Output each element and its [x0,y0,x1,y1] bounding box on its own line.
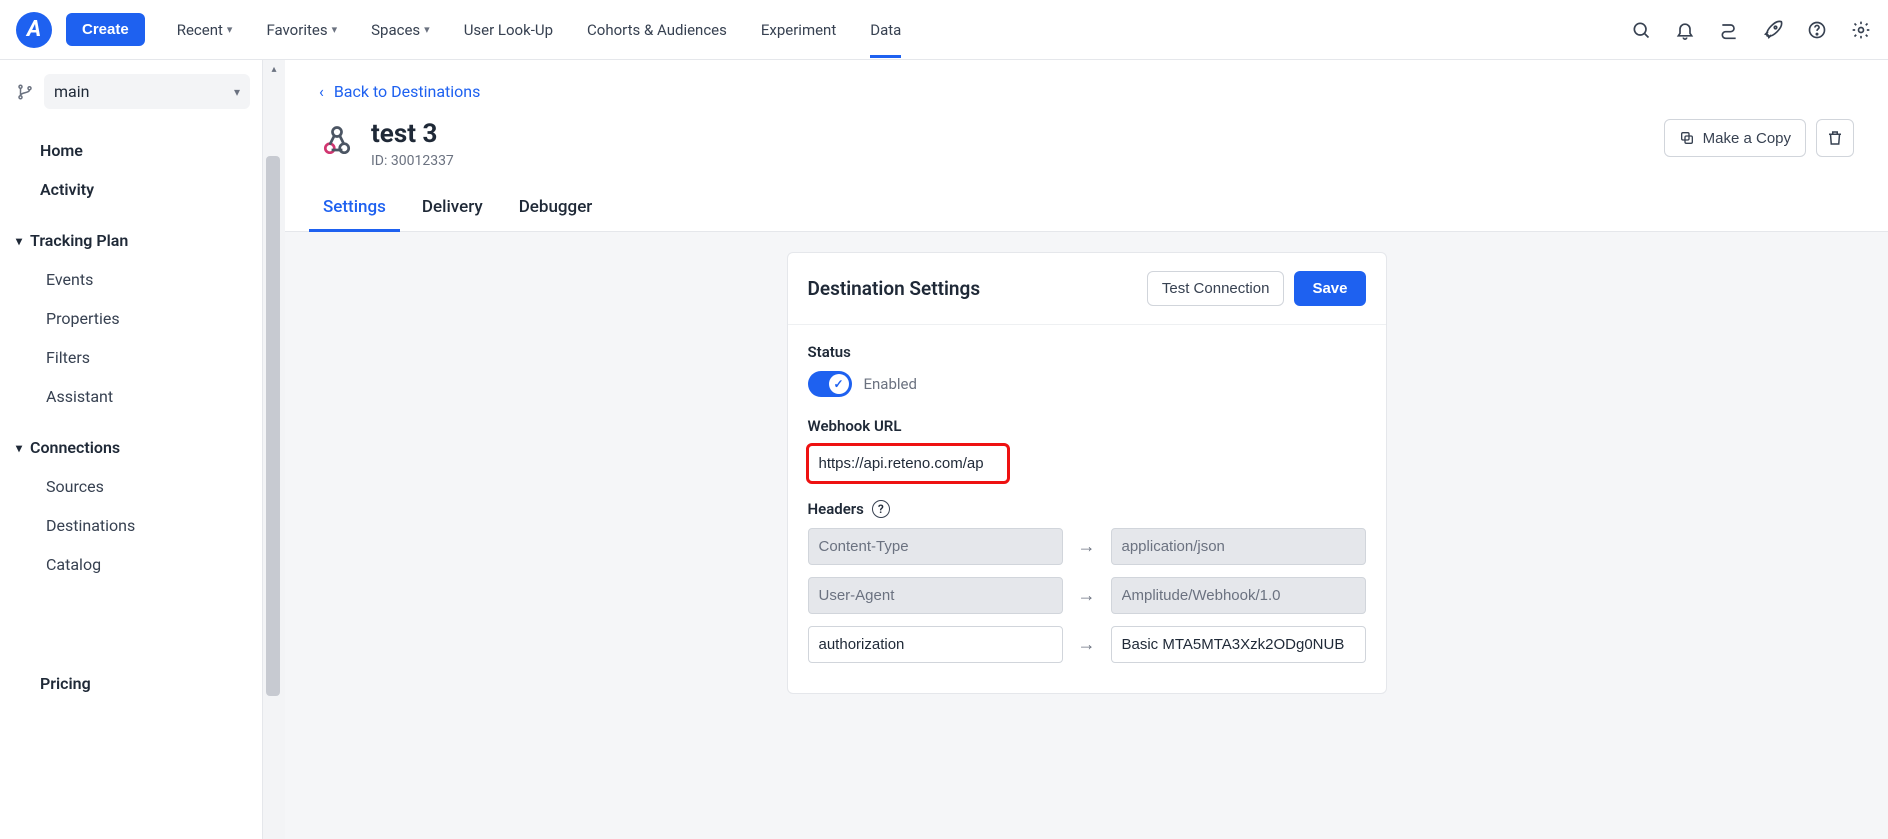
sidebar-item-assistant[interactable]: Assistant [12,377,250,416]
tab-settings[interactable]: Settings [319,187,390,231]
arrow-right-icon: → [1075,536,1099,557]
sidebar-item-properties[interactable]: Properties [12,299,250,338]
card-title: Destination Settings [808,277,981,300]
branch-icon [16,83,34,101]
topnav-item-data[interactable]: Data [856,3,915,57]
topnav-item-experiment[interactable]: Experiment [747,3,850,57]
make-a-copy-label: Make a Copy [1703,130,1791,147]
sidebar-item-filters[interactable]: Filters [12,338,250,377]
tab-delivery[interactable]: Delivery [418,187,487,231]
topnav-label: Data [870,21,901,39]
topnav-item-spaces[interactable]: Spaces ▾ [357,3,444,57]
chevron-down-icon: ▾ [332,23,338,36]
status-label: Status [808,343,1366,361]
top-nav: Recent ▾ Favorites ▾ Spaces ▾ User Look-Up Coho… [163,3,1630,57]
arrow-right-icon: → [1075,585,1099,606]
chevron-down-icon: ▾ [16,441,22,455]
sidebar-scrollbar[interactable]: ▴ [263,60,285,839]
sidebar-item-catalog[interactable]: Catalog [12,545,250,584]
topnav-label: Cohorts & Audiences [587,21,727,39]
tab-debugger[interactable]: Debugger [515,187,597,231]
header-row: → [808,626,1366,663]
sidebar-group-tracking-plan[interactable]: ▾ Tracking Plan [12,221,250,260]
sidebar-item-pricing[interactable]: Pricing [12,664,250,703]
sidebar-item-sources[interactable]: Sources [12,467,250,506]
topbar-icons [1630,19,1872,41]
branch-name: main [54,82,89,101]
headers-label-text: Headers [808,500,864,518]
trash-icon [1826,129,1844,147]
chevron-down-icon: ▾ [424,23,430,36]
header-key-input [808,577,1063,614]
sidebar-group-label: Connections [30,438,120,457]
make-a-copy-button[interactable]: Make a Copy [1664,119,1806,157]
topnav-item-recent[interactable]: Recent ▾ [163,3,247,57]
sidebar-item-events[interactable]: Events [12,260,250,299]
arrow-right-icon: → [1075,634,1099,655]
bell-icon[interactable] [1674,19,1696,41]
delete-button[interactable] [1816,119,1854,157]
logo[interactable]: A [16,12,52,48]
topnav-label: Experiment [761,21,836,39]
sidebar-item-home[interactable]: Home [12,131,250,170]
header-value-input[interactable] [1111,626,1366,663]
gear-icon[interactable] [1850,19,1872,41]
sidebar-item-destinations[interactable]: Destinations [12,506,250,545]
tabs: Settings Delivery Debugger [319,187,1854,231]
topnav-label: User Look-Up [464,21,553,39]
topbar: A Create Recent ▾ Favorites ▾ Spaces ▾ User Lo… [0,0,1888,60]
page-id: ID: 30012337 [371,153,454,169]
rocket-icon[interactable] [1762,19,1784,41]
chevron-down-icon: ▾ [227,23,233,36]
topnav-item-favorites[interactable]: Favorites ▾ [252,3,351,57]
webhook-url-label: Webhook URL [808,417,1366,435]
headers-label: Headers ? [808,500,1366,518]
topnav-label: Favorites [266,21,327,39]
webhook-url-input[interactable] [808,445,1008,482]
search-icon[interactable] [1630,19,1652,41]
save-button[interactable]: Save [1294,271,1365,306]
destination-settings-card: Destination Settings Test Connection Sav… [787,252,1387,694]
main: ‹ Back to Destinations test 3 ID: 300123… [285,60,1888,839]
header-key-input[interactable] [808,626,1063,663]
sidebar-group-label: Tracking Plan [30,231,128,250]
page-title: test 3 [371,119,454,149]
topnav-label: Spaces [371,21,420,39]
test-connection-button[interactable]: Test Connection [1147,271,1285,306]
topnav-item-user-look-up[interactable]: User Look-Up [450,3,567,57]
topnav-label: Recent [177,21,223,39]
create-button[interactable]: Create [66,13,145,46]
header-row: → [808,577,1366,614]
back-link-label: Back to Destinations [334,82,481,101]
chevron-down-icon: ▾ [234,85,240,99]
status-value: Enabled [864,375,917,393]
branch-select[interactable]: main ▾ [44,74,250,109]
scroll-up-icon[interactable]: ▴ [263,60,285,78]
sidebar: main ▾ Home Activity ▾ Tracking Plan Eve… [0,60,263,839]
chevron-left-icon: ‹ [319,82,324,101]
sidebar-item-activity[interactable]: Activity [12,170,250,209]
copy-icon [1679,130,1695,146]
header-key-input [808,528,1063,565]
route-icon[interactable] [1718,19,1740,41]
status-toggle[interactable] [808,371,852,397]
header-row: → [808,528,1366,565]
header-value-input [1111,528,1366,565]
header-value-input [1111,577,1366,614]
webhook-icon [319,123,355,159]
help-icon[interactable] [1806,19,1828,41]
sidebar-group-connections[interactable]: ▾ Connections [12,428,250,467]
topnav-item-cohorts-audiences[interactable]: Cohorts & Audiences [573,3,741,57]
chevron-down-icon: ▾ [16,234,22,248]
scrollbar-thumb[interactable] [266,156,280,696]
back-to-destinations-link[interactable]: ‹ Back to Destinations [319,78,480,119]
headers-help-icon[interactable]: ? [872,500,890,518]
